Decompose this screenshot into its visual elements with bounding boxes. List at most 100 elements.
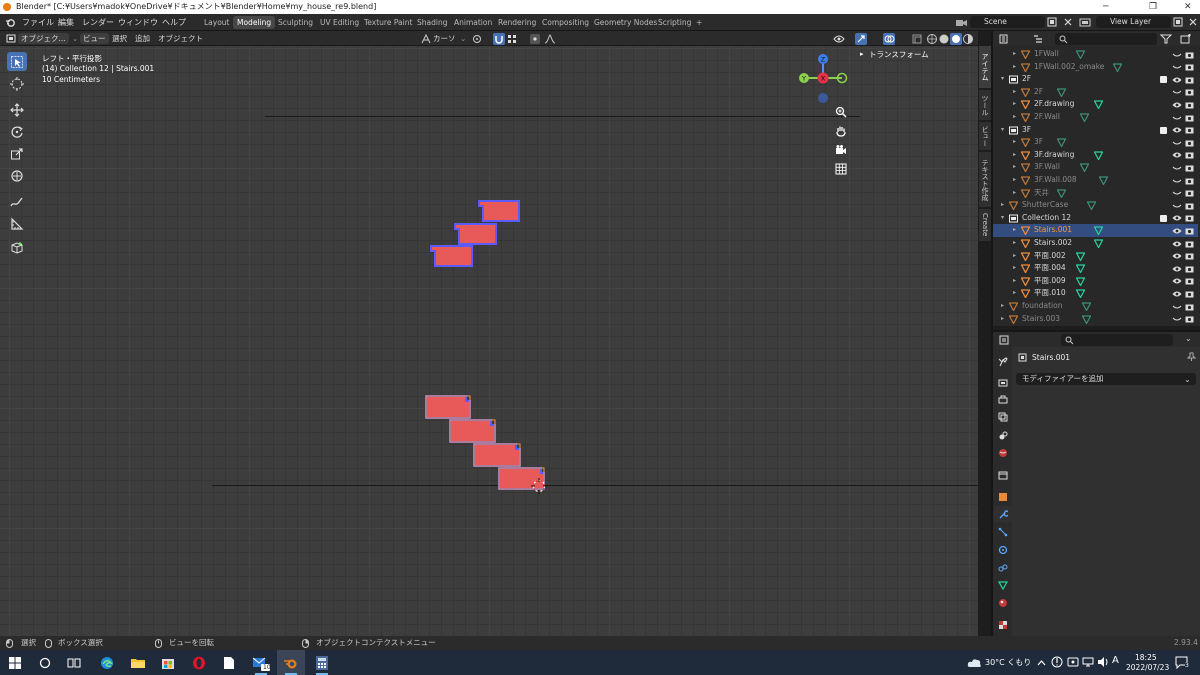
eye-icon[interactable]: [1172, 227, 1182, 235]
disclosure-expanded-icon[interactable]: ▾: [1001, 212, 1004, 225]
outliner-item-name[interactable]: 平面.010: [1034, 287, 1066, 300]
rendered-shading-icon[interactable]: [963, 34, 973, 44]
notepad-icon[interactable]: [219, 653, 239, 673]
mesh-data-icon[interactable]: [1075, 289, 1085, 299]
add-modifier-dropdown[interactable]: モディファイアーを追加: [1016, 373, 1196, 385]
outliner-row[interactable]: ▸ 2F.drawing: [993, 98, 1198, 111]
outliner-row[interactable]: ▸ 3F.Wall.008: [993, 174, 1198, 187]
object-visibility-icon[interactable]: [833, 33, 849, 45]
eye-closed-icon[interactable]: [1172, 88, 1182, 96]
3d-viewport[interactable]: レフト・平行投影 (14) Collection 12 | Stairs.001…: [0, 46, 978, 636]
eye-icon[interactable]: [1172, 252, 1182, 260]
eye-closed-icon[interactable]: [1172, 139, 1182, 147]
sidebar-tab-item[interactable]: アイテム: [979, 46, 991, 88]
outliner-item-name[interactable]: Stairs.003: [1022, 313, 1060, 326]
perspective-toggle-icon[interactable]: [833, 161, 849, 177]
render-camera-icon[interactable]: [1185, 189, 1194, 197]
outliner-item-name[interactable]: 平面.009: [1034, 275, 1066, 288]
windows-start-icon[interactable]: [5, 653, 25, 673]
outliner-item-name[interactable]: 3F.drawing: [1034, 149, 1074, 162]
mesh-data-icon[interactable]: [1075, 264, 1085, 274]
outliner-row[interactable]: ▾ 2F: [993, 73, 1198, 86]
outliner-row[interactable]: ▸ 3F: [993, 136, 1198, 149]
outliner-item-name[interactable]: Collection 12: [1022, 212, 1071, 225]
new-collection-icon[interactable]: [1180, 34, 1192, 44]
mesh-data-icon[interactable]: [1094, 100, 1103, 110]
display-mode-icon[interactable]: [1033, 34, 1045, 44]
eye-icon[interactable]: [1172, 101, 1182, 109]
mesh-data-icon[interactable]: [1057, 188, 1067, 198]
pivot-point-icon[interactable]: [471, 33, 485, 45]
render-camera-icon[interactable]: [1185, 139, 1194, 147]
eye-closed-icon[interactable]: [1172, 189, 1182, 197]
physics-properties-tab-icon[interactable]: [997, 544, 1009, 556]
onedrive-tray-icon[interactable]: [1067, 656, 1079, 668]
mesh-data-icon[interactable]: [1057, 88, 1067, 97]
3d-cursor-icon[interactable]: [531, 478, 547, 494]
render-camera-icon[interactable]: [1185, 114, 1194, 122]
mesh-data-icon[interactable]: [1098, 176, 1108, 185]
menu-edit[interactable]: 編集: [58, 17, 74, 28]
disclosure-collapsed-icon[interactable]: ▸: [1013, 136, 1016, 149]
render-camera-icon[interactable]: [1185, 240, 1194, 248]
modifier-properties-tab-icon[interactable]: [997, 508, 1009, 520]
overlays-toggle-icon[interactable]: [883, 33, 895, 45]
clock-date[interactable]: 2022/07/23: [1126, 663, 1169, 672]
outliner-row[interactable]: ▸ ShutterCase: [993, 199, 1198, 212]
tab-texture-paint[interactable]: Texture Paint: [360, 16, 416, 29]
move-tool-icon[interactable]: [7, 100, 27, 119]
eye-closed-icon[interactable]: [1172, 177, 1182, 185]
tool-properties-tab-icon[interactable]: [997, 356, 1009, 368]
outliner-item-name[interactable]: 3F.Wall.008: [1034, 174, 1077, 187]
mesh-data-icon[interactable]: [1057, 138, 1067, 148]
disclosure-collapsed-icon[interactable]: ▸: [1013, 61, 1016, 74]
mesh-data-icon[interactable]: [1075, 50, 1085, 59]
render-camera-icon[interactable]: [1185, 265, 1194, 273]
outliner-item-name[interactable]: 2F.Wall: [1034, 111, 1060, 124]
data-properties-tab-icon[interactable]: [997, 579, 1009, 591]
rotate-tool-icon[interactable]: [7, 122, 27, 141]
chevron-right-icon[interactable]: ▸: [860, 50, 864, 58]
weather-cloud-icon[interactable]: [967, 657, 982, 668]
blender-menu-icon[interactable]: [5, 17, 16, 28]
outliner-row[interactable]: ▸ Stairs.003: [993, 313, 1198, 326]
eye-icon[interactable]: [1172, 214, 1182, 222]
render-camera-icon[interactable]: [1185, 277, 1194, 285]
outliner-row[interactable]: ▸ 1FWall: [993, 48, 1198, 61]
mesh-data-icon[interactable]: [1086, 201, 1096, 211]
select-box-tool-icon[interactable]: [7, 52, 27, 71]
properties-editor-type-icon[interactable]: [999, 335, 1013, 345]
eye-closed-icon[interactable]: [1172, 114, 1182, 122]
transform-tool-icon[interactable]: [7, 166, 27, 185]
eye-icon[interactable]: [1172, 290, 1182, 298]
outliner-row[interactable]: ▸ Stairs.001: [993, 224, 1198, 237]
outliner-search-input[interactable]: [1055, 33, 1157, 45]
outliner-item-name[interactable]: 平面.002: [1034, 250, 1066, 263]
outliner-item-name[interactable]: 天井: [1034, 187, 1049, 200]
eye-closed-icon[interactable]: [1172, 315, 1182, 323]
collection-properties-tab-icon[interactable]: [997, 469, 1009, 481]
task-view-icon[interactable]: [64, 653, 84, 673]
eye-closed-icon[interactable]: [1172, 202, 1182, 210]
scale-tool-icon[interactable]: [7, 144, 27, 163]
tab-layout[interactable]: Layout: [200, 16, 234, 29]
delete-scene-icon[interactable]: [1063, 17, 1073, 27]
outliner-row[interactable]: ▾ 3F: [993, 124, 1198, 137]
tab-modeling[interactable]: Modeling: [233, 16, 276, 29]
render-camera-icon[interactable]: [1185, 303, 1194, 311]
annotate-tool-icon[interactable]: [7, 192, 27, 211]
menu-select[interactable]: 選択: [112, 33, 127, 44]
menu-object[interactable]: オブジェクト: [158, 33, 203, 44]
chevron-down-icon[interactable]: ⌄: [1185, 334, 1192, 343]
disclosure-collapsed-icon[interactable]: ▸: [1013, 111, 1016, 124]
eye-icon[interactable]: [1172, 151, 1182, 159]
menu-add[interactable]: 追加: [135, 33, 150, 44]
scene-properties-tab-icon[interactable]: [997, 430, 1009, 442]
measure-tool-icon[interactable]: [7, 214, 27, 233]
output-properties-tab-icon[interactable]: [997, 394, 1009, 406]
falloff-icon[interactable]: [544, 34, 556, 44]
object-properties-tab-icon[interactable]: [997, 491, 1009, 503]
properties-search-input[interactable]: [1061, 334, 1173, 346]
outliner-row[interactable]: ▸ 平面.009: [993, 275, 1198, 288]
constraints-properties-tab-icon[interactable]: [997, 562, 1009, 574]
